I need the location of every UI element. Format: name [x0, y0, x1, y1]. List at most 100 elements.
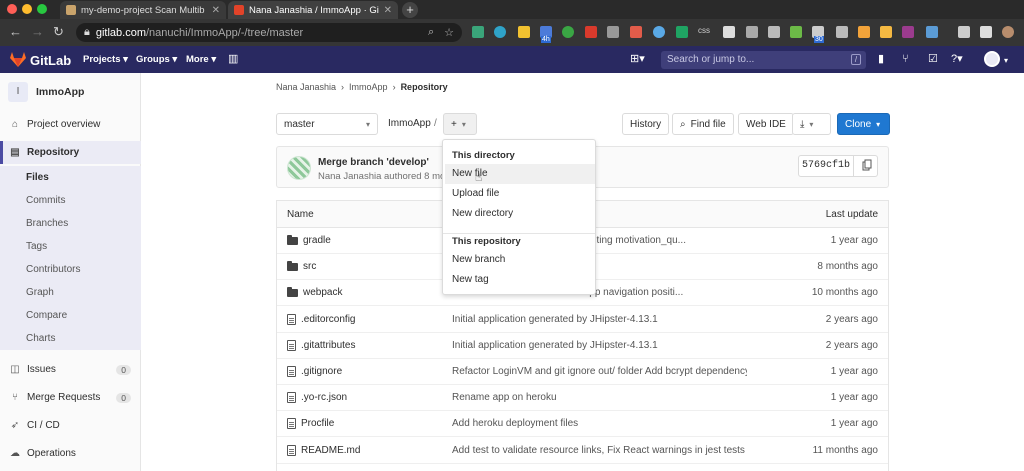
- close-tab-icon[interactable]: ✕: [212, 5, 220, 16]
- forward-arrow-icon[interactable]: →: [31, 25, 44, 39]
- sidebar-subitem-graph[interactable]: Graph: [0, 281, 141, 304]
- address-bar[interactable]: 🔒︎ gitlab.com/nanuchi/ImmoApp/-/tree/mas…: [76, 23, 462, 42]
- extension-doc-icon[interactable]: [723, 26, 735, 38]
- sidebar-subitem-contributors[interactable]: Contributors: [0, 258, 141, 281]
- sidebar-subitem-tags[interactable]: Tags: [0, 235, 141, 258]
- zoom-icon[interactable]: ⌕: [428, 26, 434, 39]
- sidebar-subitem-branches[interactable]: Branches: [0, 212, 141, 235]
- extension-bookmark-icon[interactable]: [518, 26, 530, 38]
- download-button[interactable]: ⤓ ▾: [792, 113, 831, 135]
- extension-box-icon[interactable]: [980, 26, 992, 38]
- table-row[interactable]: .yo-rc.json Rename app on heroku 1 year ag…: [277, 385, 888, 412]
- help-icon[interactable]: ?▾: [951, 53, 963, 65]
- browser-tab-1[interactable]: my-demo-project Scan Multib ✕: [60, 1, 226, 19]
- sidebar-subitem-files[interactable]: Files: [0, 166, 141, 189]
- project-header[interactable]: I ImmoApp: [8, 82, 84, 102]
- browser-tab-2[interactable]: Nana Janashia / ImmoApp · Gi ✕: [228, 1, 398, 19]
- sidebar-subitem-compare[interactable]: Compare: [0, 304, 141, 327]
- commit-title[interactable]: Merge branch 'develop': [318, 157, 429, 168]
- extension-drive-icon[interactable]: [676, 26, 688, 38]
- close-tab-icon[interactable]: ✕: [384, 5, 392, 16]
- extension-orange-icon[interactable]: [858, 26, 870, 38]
- extension-folder-icon[interactable]: [880, 26, 892, 38]
- file-name-link[interactable]: .gitattributes: [287, 339, 355, 351]
- clone-button[interactable]: Clone ▾: [837, 113, 890, 135]
- todo-sidebar-icon[interactable]: ▮: [878, 53, 884, 65]
- sidebar-item-project-overview[interactable]: ⌂ Project overview: [0, 113, 141, 136]
- extension-react-icon[interactable]: [653, 26, 665, 38]
- nav-more[interactable]: More ▾: [186, 54, 216, 65]
- commit-message-link[interactable]: Initial application generated by JHipste…: [452, 314, 747, 325]
- breadcrumb-project[interactable]: ImmoApp: [349, 82, 388, 92]
- reload-icon[interactable]: ↻: [53, 25, 64, 39]
- file-name-link[interactable]: .yo-rc.json: [287, 392, 347, 404]
- extension-css-icon[interactable]: css: [698, 26, 710, 35]
- web-ide-button[interactable]: Web IDE: [738, 113, 794, 135]
- extension-pocket-icon[interactable]: [630, 26, 642, 38]
- file-name-link[interactable]: README.md: [287, 444, 360, 456]
- find-file-button[interactable]: ⌕ Find file: [672, 113, 734, 135]
- commit-message-link[interactable]: Add heroku deployment files: [452, 418, 747, 429]
- table-row[interactable]: Procfile Add heroku deployment files 1 yea…: [277, 411, 888, 438]
- table-row[interactable]: README.md Add test to validate resource l…: [277, 438, 888, 464]
- history-button[interactable]: History: [622, 113, 670, 135]
- extension-leaf-icon[interactable]: [790, 26, 802, 38]
- file-name-link[interactable]: gradle: [287, 234, 331, 246]
- activity-chart-icon[interactable]: ▥: [228, 53, 238, 65]
- merge-requests-icon[interactable]: ⑂: [902, 53, 909, 65]
- maximize-window-button[interactable]: [37, 4, 47, 14]
- file-name-link[interactable]: webpack: [287, 286, 342, 298]
- file-name-link[interactable]: .gitignore: [287, 366, 342, 377]
- commit-message-link[interactable]: Rename app on heroku: [452, 392, 747, 403]
- breadcrumb-user[interactable]: Nana Janashia: [276, 82, 336, 92]
- author-avatar[interactable]: [287, 156, 311, 180]
- add-to-tree-button[interactable]: + ▾: [443, 113, 477, 135]
- file-name-link[interactable]: Procfile: [287, 418, 334, 430]
- file-name-link[interactable]: .editorconfig: [287, 313, 355, 325]
- gitlab-logo-icon[interactable]: [10, 52, 26, 67]
- nav-groups[interactable]: Groups ▾: [136, 54, 177, 65]
- menu-item-new-file[interactable]: New file: [445, 164, 595, 184]
- extension-menu-icon[interactable]: [958, 26, 970, 38]
- extension-blue-icon[interactable]: [926, 26, 938, 38]
- back-arrow-icon[interactable]: ←: [9, 25, 22, 39]
- extension-cup-icon[interactable]: [836, 26, 848, 38]
- table-row[interactable]: .gitattributes Initial application genera…: [277, 333, 888, 359]
- extension-square-icon[interactable]: [746, 26, 758, 38]
- menu-item-new-directory[interactable]: New directory: [445, 204, 595, 224]
- profile-avatar-icon[interactable]: [1002, 26, 1014, 38]
- path-root-link[interactable]: ImmoApp: [388, 118, 431, 129]
- new-tab-button[interactable]: +: [402, 2, 418, 18]
- extension-n-icon[interactable]: [472, 26, 484, 38]
- extension-monitor-icon[interactable]: [607, 26, 619, 38]
- menu-item-new-branch[interactable]: New branch: [445, 250, 595, 270]
- sidebar-subitem-charts[interactable]: Charts: [0, 327, 141, 350]
- sidebar-item-issues[interactable]: ◫ Issues 0: [0, 358, 141, 381]
- menu-item-upload-file[interactable]: Upload file: [445, 184, 595, 204]
- table-row[interactable]: .editorconfig Initial application generat…: [277, 307, 888, 333]
- table-row[interactable]: .gitignore Refactor LoginVM and git ignor…: [277, 359, 888, 385]
- search-input[interactable]: Search or jump to... /: [661, 51, 866, 69]
- nav-projects[interactable]: Projects ▾: [83, 54, 128, 65]
- extension-evernote-icon[interactable]: [562, 26, 574, 38]
- menu-item-new-tag[interactable]: New tag: [445, 270, 595, 290]
- gitlab-brand[interactable]: GitLab: [30, 53, 71, 68]
- sidebar-item-repository[interactable]: ▤ Repository: [0, 141, 141, 164]
- extension-5-icon[interactable]: [585, 26, 597, 38]
- chevron-down-icon[interactable]: ▾: [1004, 55, 1008, 67]
- extension-globe-icon[interactable]: [494, 26, 506, 38]
- file-name-link[interactable]: src: [287, 260, 316, 272]
- user-avatar[interactable]: [984, 51, 1000, 67]
- sidebar-subitem-commits[interactable]: Commits: [0, 189, 141, 212]
- breadcrumb-current[interactable]: Repository: [401, 82, 448, 92]
- close-window-button[interactable]: [7, 4, 17, 14]
- extension-purple-icon[interactable]: [902, 26, 914, 38]
- copy-sha-button[interactable]: [854, 155, 878, 177]
- commit-message-link[interactable]: Add test to validate resource links, Fix…: [452, 445, 747, 456]
- sidebar-item-merge-requests[interactable]: ⑂ Merge Requests 0: [0, 386, 141, 409]
- extension-bookmark2-icon[interactable]: [768, 26, 780, 38]
- commit-message-link[interactable]: Refactor LoginVM and git ignore out/ fol…: [452, 366, 747, 377]
- commit-message-link[interactable]: Initial application generated by JHipste…: [452, 340, 747, 351]
- commit-sha-button[interactable]: 5769cf1b: [798, 155, 854, 177]
- sidebar-item-operations[interactable]: ☁ Operations: [0, 442, 141, 465]
